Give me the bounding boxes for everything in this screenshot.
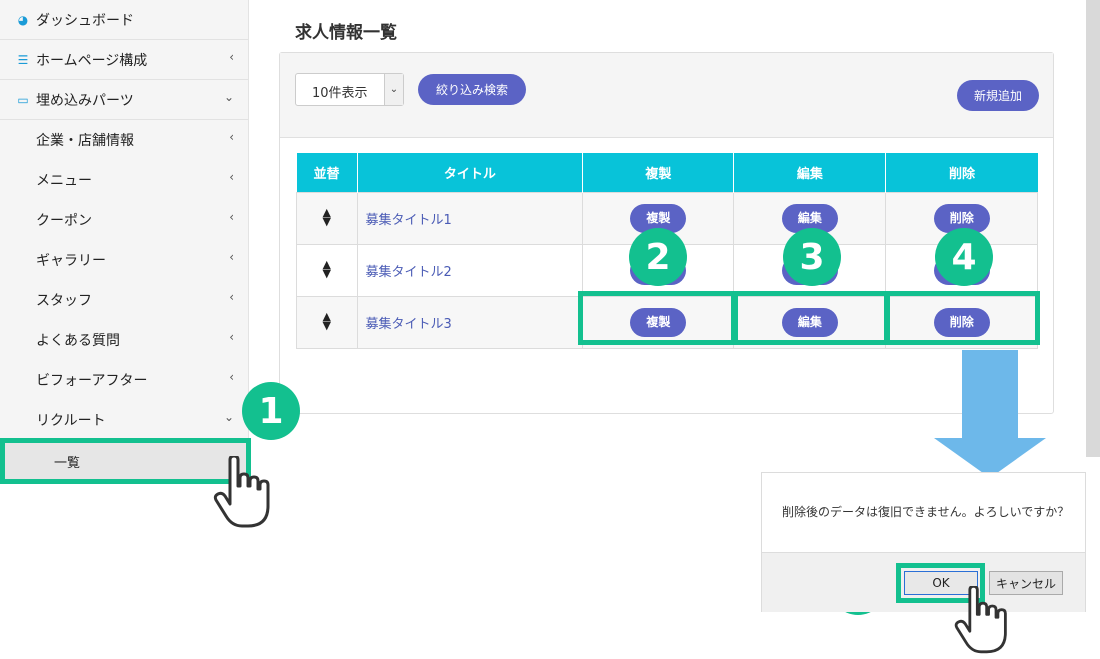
- sidebar-subitem-company[interactable]: 企業・店舗情報 ‹: [0, 120, 248, 160]
- sidebar-subitem-recruit[interactable]: リクルート ⌄: [0, 400, 248, 440]
- row-title-link[interactable]: 募集タイトル2: [356, 244, 584, 297]
- page-title: 求人情報一覧: [295, 23, 397, 43]
- filter-search-button[interactable]: 絞り込み検索: [418, 74, 526, 105]
- sort-handle[interactable]: ▲ ▼: [296, 244, 358, 297]
- chevron-left-icon: ‹: [229, 170, 234, 184]
- row-title-link[interactable]: 募集タイトル3: [356, 296, 584, 349]
- dashboard-icon: ◕: [17, 12, 29, 27]
- dialog-message: 削除後のデータは復旧できません。よろしいですか？: [782, 505, 1070, 519]
- highlight-box-delete: [885, 291, 1040, 345]
- sidebar-item-homepage[interactable]: ☰ ホームページ構成 ‹: [0, 40, 248, 80]
- add-new-button[interactable]: 新規追加: [957, 80, 1039, 111]
- sort-arrows-icon: ▲ ▼: [322, 258, 331, 280]
- panel-toolbar: 10件表示 ⌄ 絞り込み検索 新規追加: [280, 53, 1053, 138]
- chevron-left-icon: ‹: [229, 250, 234, 264]
- sort-handle[interactable]: ▲ ▼: [296, 192, 358, 245]
- sidebar-subitem-label: クーポン: [36, 213, 92, 229]
- sidebar-subitem-label: よくある質問: [36, 333, 120, 349]
- sidebar-subitem-menu[interactable]: メニュー ‹: [0, 160, 248, 200]
- list-icon: ☰: [17, 52, 29, 67]
- down-arrow-icon: [934, 350, 1046, 478]
- scrollbar[interactable]: [1086, 0, 1100, 457]
- sidebar-subitem-faq[interactable]: よくある質問 ‹: [0, 320, 248, 360]
- chevron-left-icon: ‹: [229, 290, 234, 304]
- sidebar-subitem-label: ギャラリー: [36, 253, 106, 269]
- chevron-left-icon: ‹: [229, 370, 234, 384]
- sidebar-subitem-staff[interactable]: スタッフ ‹: [0, 280, 248, 320]
- column-header-copy: 複製: [582, 153, 735, 193]
- chevron-down-icon: ⌄: [223, 410, 234, 424]
- sort-handle[interactable]: ▲ ▼: [296, 296, 358, 349]
- chevron-left-icon: ‹: [229, 50, 234, 64]
- highlight-box-copy: [578, 291, 736, 345]
- sidebar-subitem-coupon[interactable]: クーポン ‹: [0, 200, 248, 240]
- sidebar-subitem-before-after[interactable]: ビフォーアフター ‹: [0, 360, 248, 400]
- column-header-edit: 編集: [733, 153, 887, 193]
- sidebar-subitem-label: 企業・店舗情報: [36, 133, 134, 149]
- table-header-row: 並替 タイトル 複製 編集 削除: [296, 153, 1038, 193]
- sidebar-item-label: 埋め込みパーツ: [36, 92, 134, 109]
- chevron-left-icon: ‹: [229, 330, 234, 344]
- step-badge-4: 4: [935, 228, 993, 286]
- page-size-value: 10件表示: [312, 86, 368, 101]
- column-header-title: タイトル: [357, 153, 584, 193]
- sort-arrows-icon: ▲ ▼: [322, 206, 331, 228]
- sidebar-subitem-gallery[interactable]: ギャラリー ‹: [0, 240, 248, 280]
- inbox-icon: ▭: [17, 92, 29, 107]
- step-badge-1: 1: [242, 382, 300, 440]
- column-header-delete: 削除: [885, 153, 1038, 193]
- sidebar-subitem-label: メニュー: [36, 173, 92, 189]
- chevron-down-icon: ⌄: [384, 74, 403, 105]
- sidebar-item-dashboard[interactable]: ◕ ダッシュボード: [0, 0, 248, 40]
- chevron-left-icon: ‹: [229, 210, 234, 224]
- hand-pointer-icon: [213, 456, 270, 528]
- hand-pointer-icon: [954, 586, 1007, 654]
- highlight-box-edit: [733, 291, 889, 345]
- column-header-sort: 並替: [296, 153, 358, 193]
- sort-arrows-icon: ▲ ▼: [322, 310, 331, 332]
- step-badge-3: 3: [783, 228, 841, 286]
- page-size-select[interactable]: 10件表示 ⌄: [295, 73, 404, 106]
- sidebar-subitem-label: リクルート: [36, 413, 106, 429]
- sidebar-subitem-label: ビフォーアフター: [36, 373, 148, 389]
- chevron-left-icon: ‹: [229, 130, 234, 144]
- sidebar: ◕ ダッシュボード ☰ ホームページ構成 ‹ ▭ 埋め込みパーツ ⌄ 企業・店舗…: [0, 0, 249, 480]
- sidebar-item-label: ホームページ構成: [36, 52, 148, 69]
- chevron-down-icon: ⌄: [223, 90, 234, 104]
- sidebar-item-embed-parts[interactable]: ▭ 埋め込みパーツ ⌄: [0, 80, 248, 120]
- row-title-link[interactable]: 募集タイトル1: [356, 192, 584, 245]
- sidebar-subitem-label: スタッフ: [36, 293, 92, 309]
- sidebar-item-label: ダッシュボード: [36, 12, 134, 29]
- step-badge-2: 2: [629, 228, 687, 286]
